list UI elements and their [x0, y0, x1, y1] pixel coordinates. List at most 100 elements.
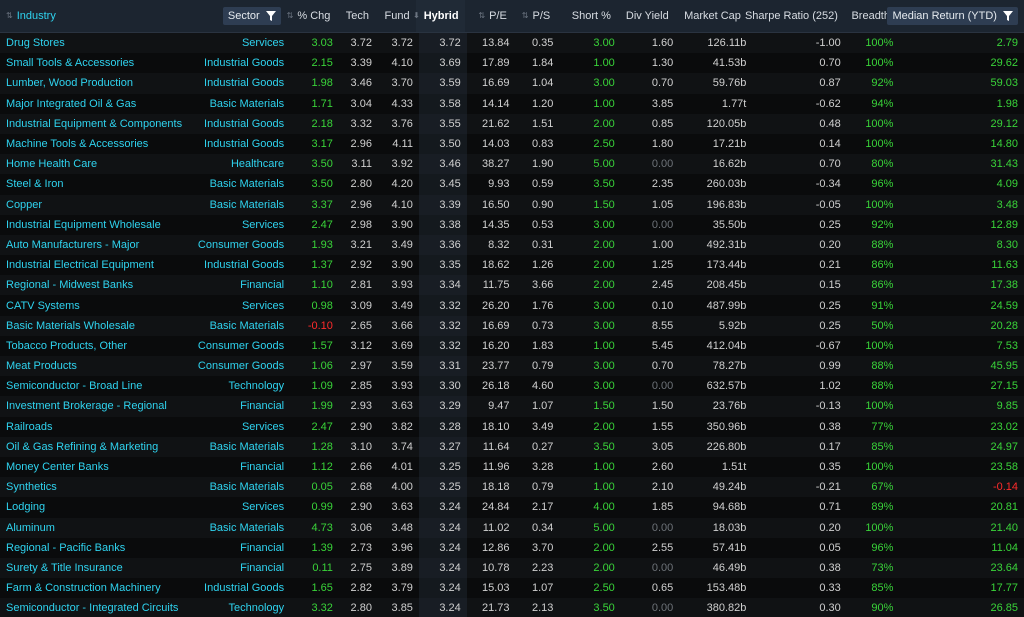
tech-cell: 2.93 — [350, 400, 372, 413]
short-cell: 1.50 — [593, 198, 615, 211]
hybrid-cell: 3.24 — [418, 537, 467, 558]
table-row[interactable]: Meat Products Consumer Goods 1.06 2.97 3.59 3… — [0, 356, 1024, 377]
sector-cell: Financial — [240, 541, 285, 554]
table-row[interactable]: Semiconductor - Broad Line Technology 1.09… — [0, 376, 1024, 397]
col-header-sharpe[interactable]: Sharpe Ratio (252) — [745, 0, 844, 33]
industry-cell[interactable]: Railroads — [0, 417, 195, 437]
table-row[interactable]: Small Tools & Accessories Industrial Good… — [0, 53, 1024, 74]
col-header-median[interactable]: Median Return (YTD) — [887, 0, 1024, 33]
table-row[interactable]: Machine Tools & Accessories Industrial Go… — [0, 133, 1024, 155]
table-row[interactable]: Tobacco Products, Other Consumer Goods 1.5… — [0, 335, 1024, 356]
tech-cell: 2.65 — [350, 319, 372, 332]
grid-body: Drug Stores Services 3.03 3.72 3.72 3.72 13.84… — [0, 33, 1024, 617]
sharpe-cell: -0.67 — [815, 339, 841, 352]
table-row[interactable]: Surety & Title Insurance Financial 0.11 2.7… — [0, 557, 1024, 579]
table-row[interactable]: Lumber, Wood Production Industrial Goods 1… — [0, 73, 1024, 94]
sharpe-cell: -1.00 — [815, 37, 841, 50]
table-row[interactable]: Drug Stores Services 3.03 3.72 3.72 3.72 13.84… — [0, 33, 1024, 54]
table-row[interactable]: Oil & Gas Refining & Marketing Basic Mate… — [0, 436, 1024, 457]
filter-icon[interactable] — [1002, 11, 1013, 21]
industry-cell[interactable]: Steel & Iron — [0, 174, 195, 194]
industry-cell[interactable]: Drug Stores — [0, 33, 195, 53]
col-header-div[interactable]: Div Yield — [617, 0, 675, 33]
pe-cell: 24.84 — [481, 501, 510, 514]
industry-cell[interactable]: Investment Brokerage - Regional — [0, 396, 195, 416]
industry-cell[interactable]: Tobacco Products, Other — [0, 336, 195, 356]
industry-cell[interactable]: Synthetics — [0, 477, 195, 497]
industry-cell[interactable]: Industrial Equipment & Components — [0, 114, 195, 134]
industry-cell[interactable]: Meat Products — [0, 356, 195, 376]
ps-cell: 1.26 — [531, 259, 554, 272]
col-header-industry[interactable]: ⇅ Industry — [0, 0, 192, 33]
industry-cell[interactable]: Surety & Title Insurance — [0, 558, 195, 578]
industry-cell[interactable]: Regional - Midwest Banks — [0, 275, 195, 295]
industry-cell[interactable]: Semiconductor - Integrated Circuits — [0, 598, 195, 617]
table-row[interactable]: Regional - Midwest Banks Financial 1.10 2.8… — [0, 275, 1024, 296]
table-row[interactable]: Industrial Electrical Equipment Industria… — [0, 255, 1024, 276]
industry-cell[interactable]: Machine Tools & Accessories — [0, 134, 195, 154]
filter-icon[interactable] — [265, 11, 276, 21]
table-row[interactable]: Money Center Banks Financial 1.12 2.66 4.01 3… — [0, 456, 1024, 478]
col-header-ps[interactable]: ⇅ P/S — [513, 0, 556, 33]
industry-cell[interactable]: CATV Systems — [0, 295, 195, 315]
hybrid-cell: 3.24 — [418, 497, 467, 518]
col-header-mcap[interactable]: Market Cap — [675, 0, 747, 33]
table-row[interactable]: Steel & Iron Basic Materials 3.50 2.80 4.20 3… — [0, 174, 1024, 195]
tech-cell: 2.90 — [350, 501, 372, 514]
table-row[interactable]: Synthetics Basic Materials 0.05 2.68 4.00 3.2… — [0, 477, 1024, 498]
sharpe-cell: 0.21 — [819, 259, 841, 272]
table-row[interactable]: Auto Manufacturers - Major Consumer Goods… — [0, 234, 1024, 256]
table-row[interactable]: Basic Materials Wholesale Basic Materials… — [0, 315, 1024, 336]
industry-cell[interactable]: Copper — [0, 195, 195, 215]
col-header-tech[interactable]: Tech — [336, 0, 375, 33]
sort-icon: ⇅ — [478, 11, 486, 20]
table-row[interactable]: Semiconductor - Integrated Circuits Techn… — [0, 598, 1024, 617]
sector-filter-box[interactable]: Sector — [222, 7, 281, 25]
table-row[interactable]: CATV Systems Services 0.98 3.09 3.49 3.32 26.2… — [0, 295, 1024, 316]
industry-cell[interactable]: Industrial Equipment Wholesale — [0, 215, 195, 235]
sector-cell: Basic Materials — [209, 198, 285, 211]
industry-cell[interactable]: Aluminum — [0, 518, 195, 538]
industry-cell[interactable]: Basic Materials Wholesale — [0, 316, 195, 336]
chg-cell: 3.37 — [311, 198, 333, 211]
col-header-sector[interactable]: Sector — [192, 0, 286, 33]
table-row[interactable]: Regional - Pacific Banks Financial 1.39 2.7… — [0, 537, 1024, 558]
short-cell: 1.00 — [593, 339, 615, 352]
industry-cell[interactable]: Regional - Pacific Banks — [0, 538, 195, 558]
table-row[interactable]: Home Health Care Healthcare 3.50 3.11 3.92 3.… — [0, 154, 1024, 175]
sharpe-cell: 0.14 — [819, 138, 841, 151]
table-row[interactable]: Farm & Construction Machinery Industrial … — [0, 578, 1024, 599]
median-filter-box[interactable]: Median Return (YTD) — [887, 7, 1018, 25]
ps-cell: 1.83 — [531, 339, 554, 352]
table-row[interactable]: Major Integrated Oil & Gas Basic Material… — [0, 93, 1024, 114]
table-row[interactable]: Industrial Equipment & Components Industr… — [0, 113, 1024, 134]
col-header-short[interactable]: Short % — [556, 0, 617, 33]
tech-cell: 3.72 — [350, 37, 372, 50]
chg-cell: 1.09 — [311, 380, 333, 393]
table-row[interactable]: Industrial Equipment Wholesale Services 2.… — [0, 214, 1024, 235]
hybrid-cell: 3.24 — [418, 598, 467, 617]
sector-cell: Financial — [240, 561, 285, 574]
industry-cell[interactable]: Major Integrated Oil & Gas — [0, 94, 195, 114]
industry-cell[interactable]: Money Center Banks — [0, 457, 195, 477]
industry-cell[interactable]: Industrial Electrical Equipment — [0, 255, 195, 275]
industry-cell[interactable]: Home Health Care — [0, 154, 195, 174]
col-header-pe[interactable]: ⇅ P/E — [465, 0, 513, 33]
col-header-fund[interactable]: Fund — [375, 0, 416, 33]
industry-cell[interactable]: Auto Manufacturers - Major — [0, 235, 195, 255]
chg-cell: 3.50 — [311, 158, 333, 171]
industry-cell[interactable]: Lodging — [0, 497, 195, 517]
table-row[interactable]: Aluminum Basic Materials 4.73 3.06 3.48 3.24 1… — [0, 517, 1024, 538]
col-header-chg[interactable]: ⇅% Chg — [287, 0, 337, 33]
pe-cell: 16.50 — [481, 198, 510, 211]
table-row[interactable]: Copper Basic Materials 3.37 2.96 4.10 3.39 16.… — [0, 194, 1024, 215]
table-row[interactable]: Lodging Services 0.99 2.90 3.63 3.24 24.84 2.17… — [0, 497, 1024, 518]
industry-cell[interactable]: Small Tools & Accessories — [0, 53, 195, 73]
industry-cell[interactable]: Semiconductor - Broad Line — [0, 376, 195, 396]
table-row[interactable]: Investment Brokerage - Regional Financial… — [0, 396, 1024, 417]
table-row[interactable]: Railroads Services 2.47 2.90 3.82 3.28 18.10 3.… — [0, 416, 1024, 437]
industry-cell[interactable]: Lumber, Wood Production — [0, 73, 195, 93]
industry-cell[interactable]: Farm & Construction Machinery — [0, 578, 195, 598]
col-header-hybrid[interactable]: ⬇ Hybrid — [413, 0, 465, 33]
industry-cell[interactable]: Oil & Gas Refining & Marketing — [0, 437, 195, 457]
